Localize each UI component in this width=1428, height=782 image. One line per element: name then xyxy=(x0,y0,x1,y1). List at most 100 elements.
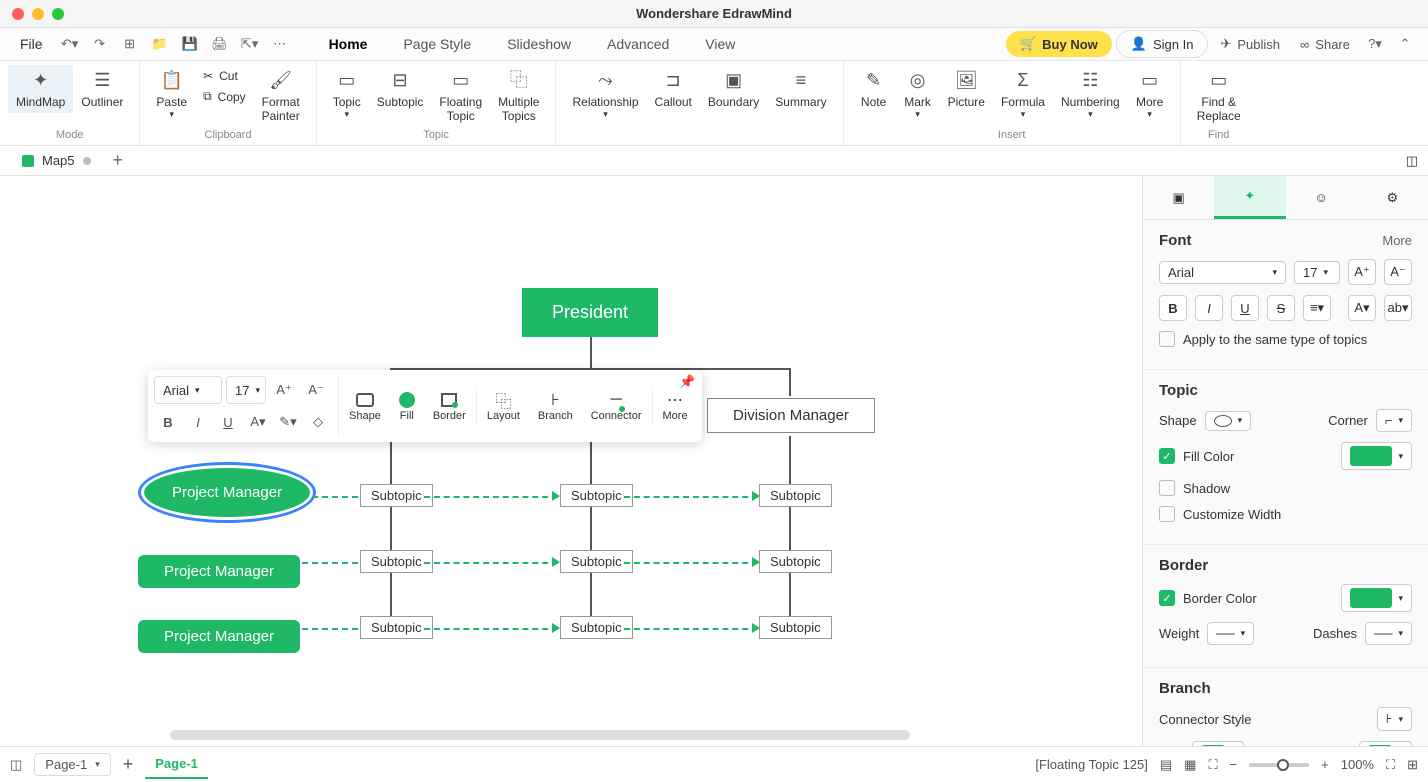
font-color-button[interactable]: A▾ xyxy=(1348,295,1376,321)
node-division-manager[interactable]: Division Manager xyxy=(707,398,875,433)
node-president[interactable]: President xyxy=(522,288,658,337)
subtopic-node[interactable]: Subtopic xyxy=(560,616,633,639)
canvas[interactable]: President Division Manager Project Manag… xyxy=(0,176,1142,746)
align-button[interactable]: ≡▾ xyxy=(1303,295,1331,321)
border-color-select[interactable]: ▾ xyxy=(1341,584,1412,612)
publish-button[interactable]: ✈Publish xyxy=(1212,32,1288,56)
font-family-select[interactable]: Arial▾ xyxy=(1159,261,1286,284)
highlight-icon[interactable]: ✎▾ xyxy=(274,408,302,436)
case-button[interactable]: ab▾ xyxy=(1384,295,1412,321)
add-page-button[interactable]: + xyxy=(123,754,134,775)
boundary-button[interactable]: ▣Boundary xyxy=(700,65,767,113)
fill-color-checkbox[interactable]: ✓ xyxy=(1159,448,1175,464)
italic-icon[interactable]: I xyxy=(184,408,212,436)
underline-icon[interactable]: U xyxy=(214,408,242,436)
font-grow-icon[interactable]: A⁺ xyxy=(270,376,298,404)
zoom-in-button[interactable]: + xyxy=(1321,757,1329,772)
zoom-out-button[interactable]: − xyxy=(1230,757,1238,772)
font-color-icon[interactable]: A▾ xyxy=(244,408,272,436)
subtopic-node[interactable]: Subtopic xyxy=(759,616,832,639)
clear-format-icon[interactable]: ◇ xyxy=(304,408,332,436)
connector-style-select[interactable]: ⊦▾ xyxy=(1377,707,1412,731)
more-qat-icon[interactable]: ⋯ xyxy=(267,31,293,57)
minimize-window-icon[interactable] xyxy=(32,8,44,20)
redo-icon[interactable]: ↷ xyxy=(87,31,113,57)
sidebar-toggle-icon[interactable]: ◫ xyxy=(10,757,22,773)
export-icon[interactable]: ⇱▾ xyxy=(237,31,263,57)
undo-icon[interactable]: ↶▾ xyxy=(57,31,83,57)
fill-button[interactable]: Fill xyxy=(391,388,423,424)
add-tab-button[interactable]: + xyxy=(113,150,124,171)
subtopic-node[interactable]: Subtopic xyxy=(360,484,433,507)
border-color-checkbox[interactable]: ✓ xyxy=(1159,590,1175,606)
open-icon[interactable]: 📁 xyxy=(147,31,173,57)
note-button[interactable]: ✎Note xyxy=(852,65,896,113)
callout-button[interactable]: ⊐Callout xyxy=(647,65,700,113)
corner-select[interactable]: ⌐▾ xyxy=(1376,409,1412,432)
node-project-manager-2[interactable]: Project Manager xyxy=(138,555,300,588)
strikethrough-button[interactable]: S xyxy=(1267,295,1295,321)
topic-button[interactable]: ▭Topic▾ xyxy=(325,65,369,124)
horizontal-scrollbar[interactable] xyxy=(170,730,910,740)
file-menu[interactable]: File xyxy=(10,32,53,56)
pin-icon[interactable]: 📌 xyxy=(679,374,695,390)
shape-button[interactable]: Shape xyxy=(341,388,389,424)
fullscreen-icon[interactable]: ⛶ xyxy=(1386,757,1395,773)
formula-button[interactable]: ΣFormula▾ xyxy=(993,65,1053,124)
dashes-select[interactable]: ──▾ xyxy=(1365,622,1412,645)
subtopic-node[interactable]: Subtopic xyxy=(759,484,832,507)
mark-button[interactable]: ◎Mark▾ xyxy=(896,65,940,124)
fit-icon[interactable]: ⛶ xyxy=(1208,757,1217,773)
settings-icon[interactable]: ⊞ xyxy=(1407,757,1418,773)
sign-in-button[interactable]: 👤Sign In xyxy=(1116,30,1209,58)
more-insert-button[interactable]: ▭More▾ xyxy=(1128,65,1172,124)
floating-topic-button[interactable]: ▭Floating Topic xyxy=(431,65,490,128)
node-project-manager-selected[interactable]: Project Manager xyxy=(144,468,310,517)
shadow-checkbox[interactable] xyxy=(1159,480,1175,496)
relationship-button[interactable]: ⤳Relationship▾ xyxy=(564,65,646,124)
outliner-button[interactable]: ☰Outliner xyxy=(73,65,131,113)
help-icon[interactable]: ?▾ xyxy=(1362,31,1388,57)
customize-width-checkbox[interactable] xyxy=(1159,506,1175,522)
find-replace-button[interactable]: ▭Find & Replace xyxy=(1189,65,1249,128)
font-size-select[interactable]: 17▾ xyxy=(1294,261,1340,284)
close-window-icon[interactable] xyxy=(12,8,24,20)
view-mode-2-icon[interactable]: ▦ xyxy=(1184,757,1196,773)
panel-tab-settings[interactable]: ⚙ xyxy=(1357,176,1428,219)
layout-button[interactable]: ⿻Layout xyxy=(479,388,528,424)
subtopic-button[interactable]: ⊟Subtopic xyxy=(369,65,432,113)
font-shrink-icon[interactable]: A⁻ xyxy=(302,376,330,404)
print-icon[interactable]: 🖨 xyxy=(207,31,233,57)
tab-view[interactable]: View xyxy=(689,30,751,58)
cut-button[interactable]: ✂Cut xyxy=(199,67,250,85)
tab-page-style[interactable]: Page Style xyxy=(387,30,487,58)
bold-icon[interactable]: B xyxy=(154,408,182,436)
tab-advanced[interactable]: Advanced xyxy=(591,30,685,58)
font-shrink-button[interactable]: A⁻ xyxy=(1384,259,1412,285)
apply-same-checkbox[interactable] xyxy=(1159,331,1175,347)
format-painter-button[interactable]: 🖌Format Painter xyxy=(254,65,308,128)
font-grow-button[interactable]: A⁺ xyxy=(1348,259,1376,285)
view-mode-1-icon[interactable]: ▤ xyxy=(1160,757,1172,773)
panel-tab-outline[interactable]: ▣ xyxy=(1143,176,1214,219)
numbering-button[interactable]: ☷Numbering▾ xyxy=(1053,65,1128,124)
subtopic-node[interactable]: Subtopic xyxy=(759,550,832,573)
panel-toggle-icon[interactable]: ◫ xyxy=(1406,153,1418,169)
underline-button[interactable]: U xyxy=(1231,295,1259,321)
panel-tab-emoji[interactable]: ☺ xyxy=(1286,176,1357,219)
subtopic-node[interactable]: Subtopic xyxy=(360,616,433,639)
tab-slideshow[interactable]: Slideshow xyxy=(491,30,587,58)
shape-select[interactable]: ▾ xyxy=(1205,411,1252,431)
maximize-window-icon[interactable] xyxy=(52,8,64,20)
subtopic-node[interactable]: Subtopic xyxy=(560,550,633,573)
paste-button[interactable]: 📋Paste▾ xyxy=(148,65,195,124)
document-tab[interactable]: Map5 xyxy=(10,150,103,171)
subtopic-node[interactable]: Subtopic xyxy=(360,550,433,573)
zoom-slider[interactable] xyxy=(1249,763,1309,767)
bold-button[interactable]: B xyxy=(1159,295,1187,321)
save-icon[interactable]: 💾 xyxy=(177,31,203,57)
italic-button[interactable]: I xyxy=(1195,295,1223,321)
border-button[interactable]: Border xyxy=(425,388,474,424)
tab-home[interactable]: Home xyxy=(313,30,384,58)
picture-button[interactable]: 🖼Picture xyxy=(940,65,993,113)
